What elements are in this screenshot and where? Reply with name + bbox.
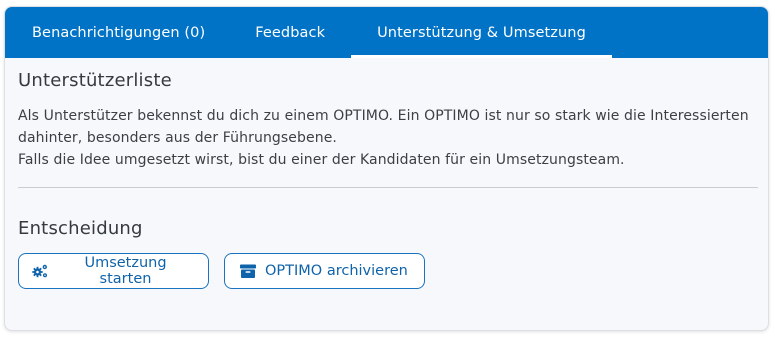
tab-support-implementation[interactable]: Unterstützung & Umsetzung xyxy=(351,7,612,58)
archive-optimo-button[interactable]: OPTIMO archivieren xyxy=(224,253,425,289)
optimo-panel: Benachrichtigungen (0) Feedback Unterstü… xyxy=(4,6,769,331)
start-implementation-button[interactable]: Umsetzung starten xyxy=(18,253,209,289)
tab-feedback-label: Feedback xyxy=(255,24,326,41)
supporters-text-line-1: Als Unterstützer bekennst du dich zu ein… xyxy=(18,108,749,124)
tab-notifications[interactable]: Benachrichtigungen (0) xyxy=(10,7,232,58)
supporters-description: Als Unterstützer bekennst du dich zu ein… xyxy=(18,105,755,171)
tab-content: Unterstützerliste Als Unterstützer beken… xyxy=(5,58,768,289)
tab-bar: Benachrichtigungen (0) Feedback Unterstü… xyxy=(5,7,768,58)
supporters-title: Unterstützerliste xyxy=(18,70,172,91)
archive-icon xyxy=(239,263,257,279)
tab-feedback[interactable]: Feedback xyxy=(232,7,351,58)
decision-buttons: Umsetzung starten OPTIMO archivieren xyxy=(18,253,755,289)
cogs-icon xyxy=(31,263,49,279)
decision-title: Entscheidung xyxy=(18,218,143,239)
archive-optimo-label: OPTIMO archivieren xyxy=(265,263,408,279)
start-implementation-label: Umsetzung starten xyxy=(84,255,167,287)
tab-notifications-label: Benachrichtigungen (0) xyxy=(32,24,206,41)
section-divider xyxy=(18,187,758,188)
tab-support-implementation-label: Unterstützung & Umsetzung xyxy=(377,24,586,41)
supporters-text-line-3: Falls die Idee umgesetzt wirst, bist du … xyxy=(18,152,625,168)
supporters-text-line-2: dahinter, besonders aus der Führungseben… xyxy=(18,130,337,146)
